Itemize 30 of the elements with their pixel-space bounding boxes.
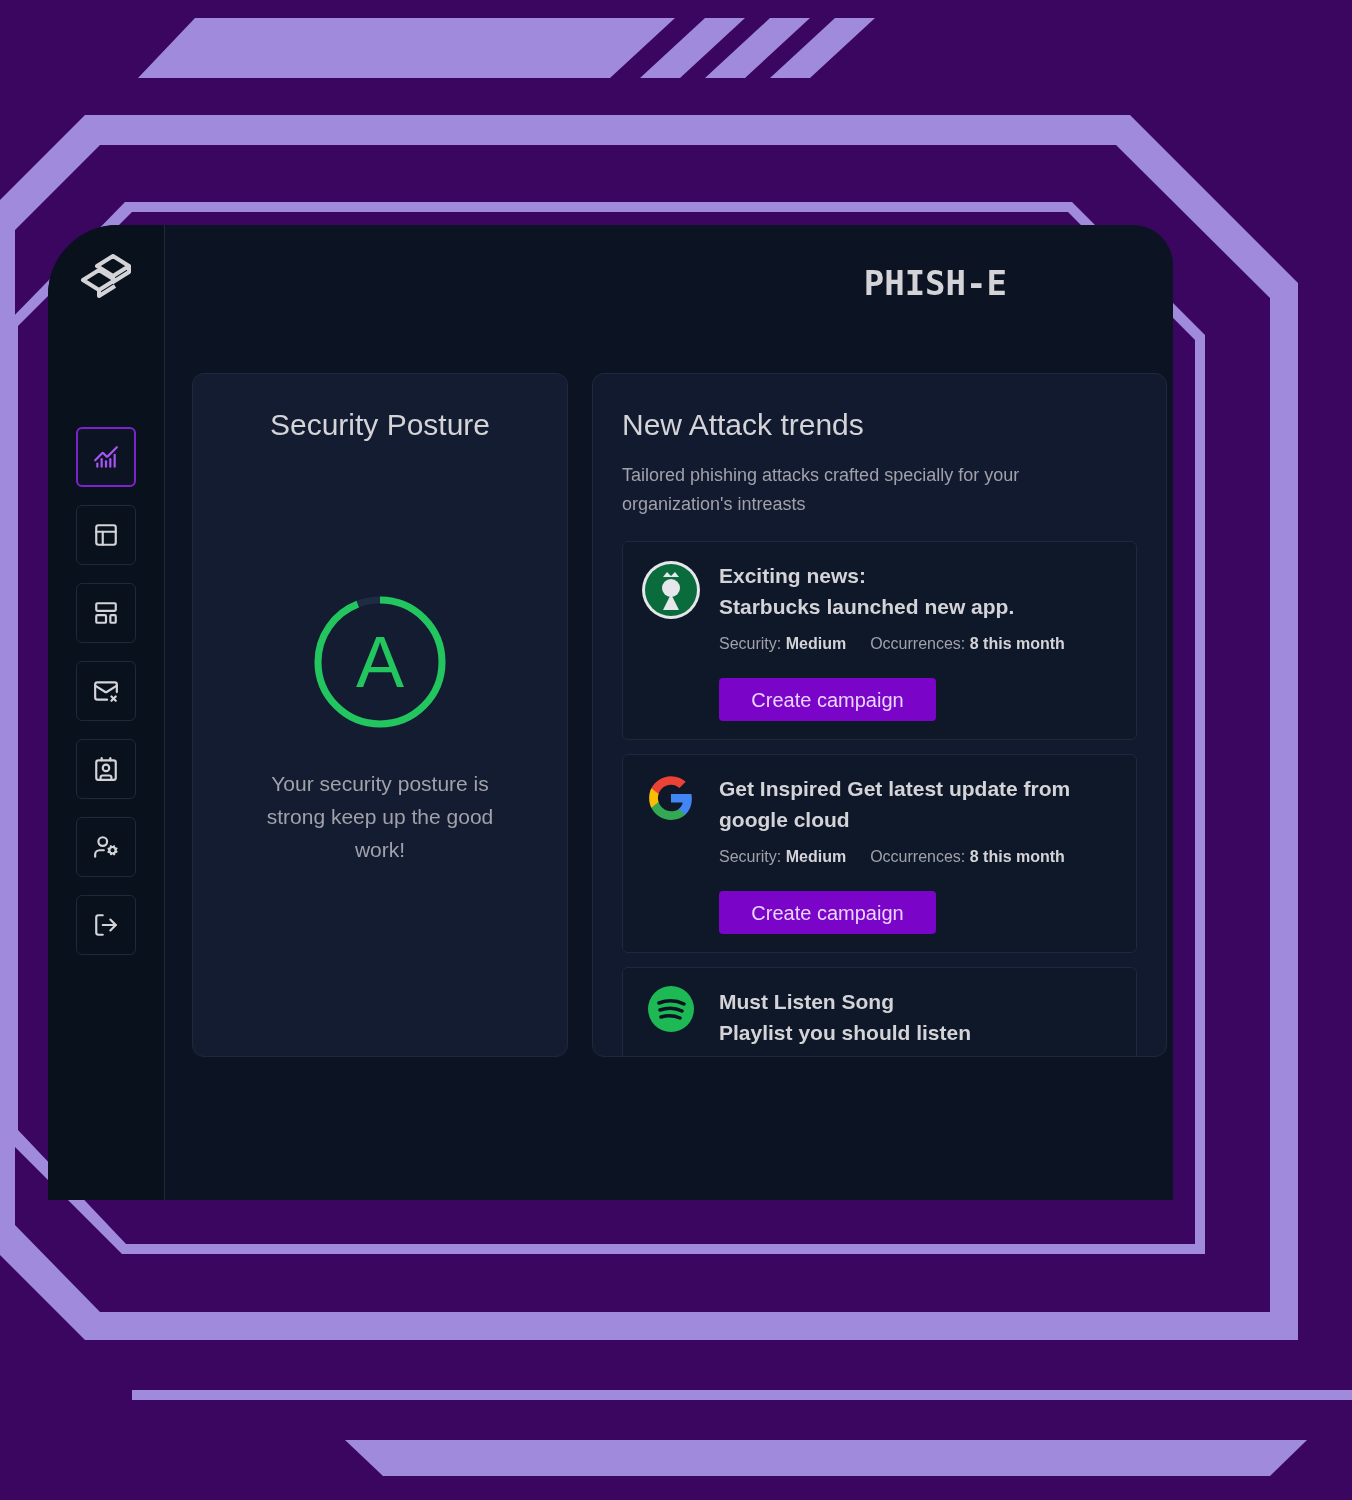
- sidebar-nav-button[interactable]: [76, 661, 136, 721]
- trend-body: Starbucks launched new app.: [719, 594, 1016, 620]
- card-title: New Attack trends: [622, 407, 865, 443]
- security-meta: Security: Medium: [719, 847, 847, 867]
- chart-icon: [93, 444, 119, 470]
- sidebar-nav-button[interactable]: [76, 583, 136, 643]
- sidebar-nav-button[interactable]: [76, 739, 136, 799]
- trend-headline: Exciting news:: [719, 563, 868, 589]
- posture-message: Your security posture is strong keep up the good work!: [265, 771, 495, 863]
- mail-icon: [93, 678, 119, 704]
- create-campaign-button[interactable]: Create campaign: [719, 891, 936, 934]
- trend-headline: Must Listen Song: [719, 989, 895, 1015]
- card-title: Security Posture: [269, 407, 491, 443]
- trend-headline: Get Inspired Get latest update from google cloud: [719, 776, 1072, 833]
- logout-icon: [93, 912, 119, 938]
- sidebar-nav-button[interactable]: [76, 817, 136, 877]
- user-settings-icon: [93, 834, 119, 860]
- brand-title: PHISH-E: [863, 262, 1007, 305]
- occurrences-meta: Occurrences: 8 this month: [870, 847, 1065, 867]
- sound-waves-logo-icon: [648, 986, 694, 1032]
- layout-icon: [93, 600, 119, 626]
- create-campaign-button[interactable]: Create campaign: [719, 678, 936, 721]
- trend-body: Playlist you should listen: [719, 1020, 972, 1046]
- security-meta: Security: Medium: [719, 634, 847, 654]
- grade-letter: A: [356, 626, 404, 698]
- sidebar-nav-button[interactable]: [76, 895, 136, 955]
- card-subtitle: Tailored phishing attacks crafted specially for your organization's intreasts: [622, 464, 1021, 516]
- sidebar-nav-button[interactable]: [76, 505, 136, 565]
- occurrences-meta: Occurrences: 8 this month: [870, 634, 1065, 654]
- contact-icon: [93, 756, 119, 782]
